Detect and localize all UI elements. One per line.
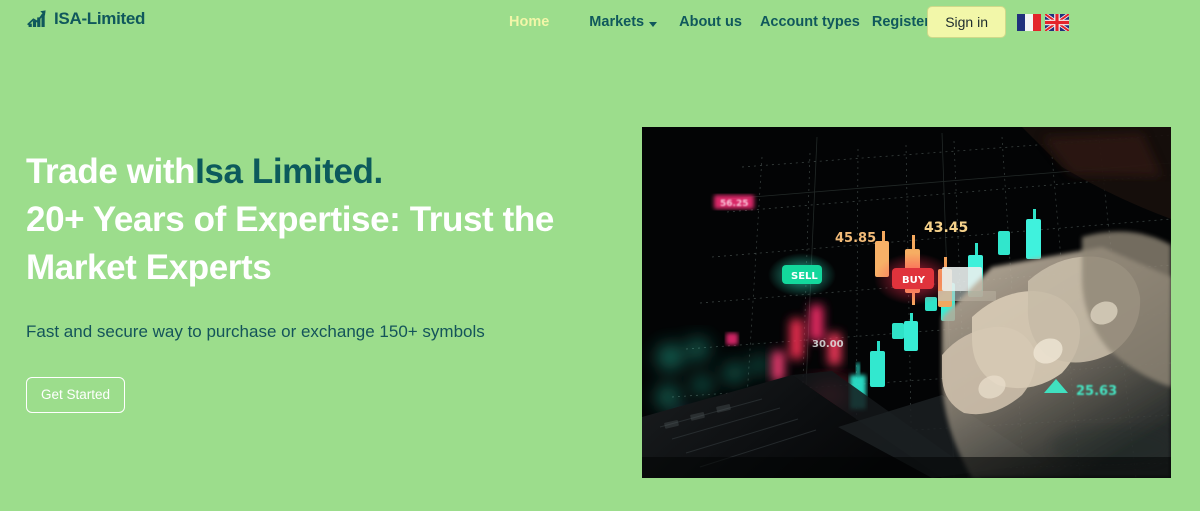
nav-item-account-types[interactable]: Account types xyxy=(760,11,860,33)
nav-item-register[interactable]: Register xyxy=(872,11,930,33)
nav-links: Home Markets About us Account types Regi… xyxy=(509,11,930,33)
nav-item-home[interactable]: Home xyxy=(509,11,549,33)
page-title: Trade withIsa Limited. 20+ Years of Expe… xyxy=(26,148,606,292)
nav-item-markets[interactable]: Markets xyxy=(589,11,658,33)
hero-title-rest: 20+ Years of Expertise: Trust the Market… xyxy=(26,200,554,287)
bar-chart-arrow-icon xyxy=(27,9,50,29)
navbar-actions: Sign in xyxy=(927,6,1071,38)
svg-text:SELL: SELL xyxy=(791,271,818,282)
svg-text:45.85: 45.85 xyxy=(835,231,876,246)
svg-text:BUY: BUY xyxy=(902,275,926,286)
brand-logo[interactable]: ISA-Limited xyxy=(27,9,145,29)
hero-text-block: Trade withIsa Limited. 20+ Years of Expe… xyxy=(26,148,606,413)
sign-in-button[interactable]: Sign in xyxy=(927,6,1006,38)
get-started-button[interactable]: Get Started xyxy=(26,377,126,413)
nav-item-markets-label: Markets xyxy=(589,14,645,30)
hero-title-accent: Isa Limited. xyxy=(195,152,383,191)
chevron-down-icon xyxy=(649,21,658,27)
hero-image: 56.25 45.85 43.45 30.00 SELL BUY 25.63 xyxy=(642,127,1171,478)
svg-text:25.63: 25.63 xyxy=(1076,384,1117,399)
landing-page: ISA-Limited Home Markets About us Accoun… xyxy=(0,0,1200,511)
svg-text:43.45: 43.45 xyxy=(924,220,968,236)
svg-text:56.25: 56.25 xyxy=(720,199,748,209)
language-switcher xyxy=(1017,12,1071,32)
uk-flag-icon[interactable] xyxy=(1043,12,1071,32)
brand-name: ISA-Limited xyxy=(54,9,146,28)
hero-subtitle: Fast and secure way to purchase or excha… xyxy=(26,322,485,341)
nav-item-about-us[interactable]: About us xyxy=(679,11,742,33)
svg-text:30.00: 30.00 xyxy=(812,339,844,350)
french-flag-icon[interactable] xyxy=(1017,13,1041,31)
hero-title-lead: Trade with xyxy=(26,152,196,191)
navbar: ISA-Limited Home Markets About us Accoun… xyxy=(0,0,1200,45)
